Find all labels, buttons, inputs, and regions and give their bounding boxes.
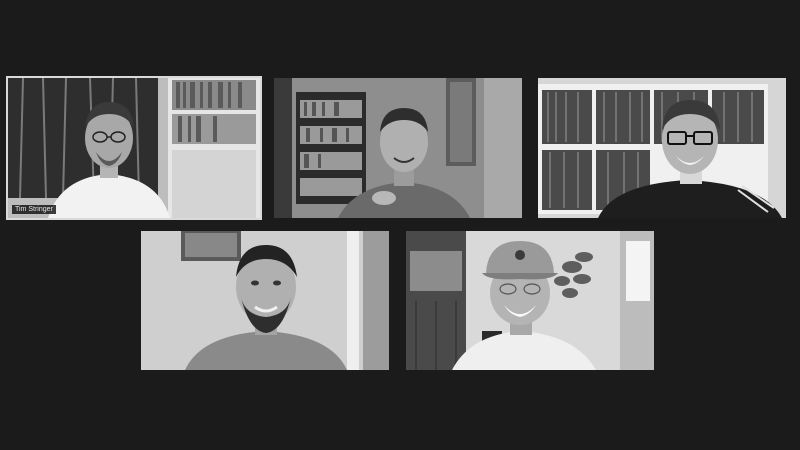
participant-video-feed (274, 78, 522, 218)
participant-name-label: Tim Stringer (12, 205, 56, 214)
participant-video-feed (8, 78, 260, 218)
participant-video-feed (406, 231, 654, 370)
participant-video-tile[interactable] (141, 231, 389, 370)
participant-video-tile[interactable]: Tim Stringer (6, 76, 262, 220)
video-call-gallery: Tim Stringer (0, 0, 800, 450)
participant-video-feed (141, 231, 389, 370)
participant-video-tile[interactable] (274, 78, 522, 218)
participant-video-tile[interactable] (406, 231, 654, 370)
participant-video-feed (538, 78, 786, 218)
participant-video-tile[interactable] (538, 78, 786, 218)
